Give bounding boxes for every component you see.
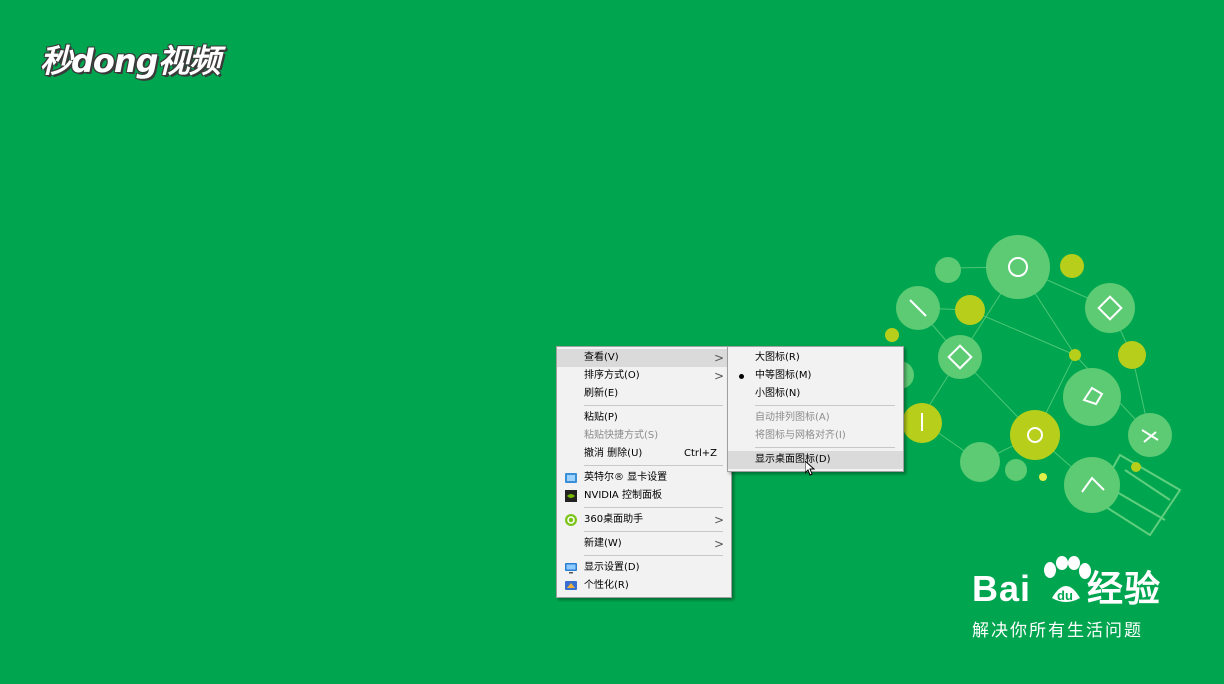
- menu-item-label: 个性化(R): [584, 580, 629, 591]
- lightbulb-illustration: [885, 235, 1182, 537]
- menu-item-label: 显示桌面图标(D): [755, 454, 831, 465]
- menu-item-shortcut: Ctrl+Z: [683, 448, 717, 459]
- submenu-item-align-grid: 将图标与网格对齐(I): [728, 427, 903, 445]
- chevron-right-icon: >: [713, 513, 724, 527]
- menu-item-label: 粘贴(P): [584, 412, 618, 423]
- intel-graphics-icon: [565, 473, 577, 483]
- menu-item-label: 英特尔® 显卡设置: [584, 472, 668, 483]
- menu-item-label: 360桌面助手: [584, 514, 644, 525]
- menu-item-label: 大图标(R): [755, 352, 800, 363]
- baidu-brand-jingyan: 经验: [1087, 568, 1162, 609]
- menu-item-label: 撤消 删除(U): [584, 448, 643, 459]
- 360-icon: [565, 514, 577, 526]
- baidu-paw-icon: du: [1044, 556, 1091, 603]
- nvidia-icon: [565, 490, 577, 502]
- baidu-jingyan-logo: Bai 经验 du 解决你所有生活问题: [972, 556, 1162, 641]
- menu-separator: [584, 555, 723, 556]
- menu-separator: [584, 465, 723, 466]
- menu-item-new[interactable]: 新建(W) >: [557, 535, 731, 553]
- menu-separator: [584, 405, 723, 406]
- menu-separator: [755, 447, 895, 448]
- menu-item-360-desktop[interactable]: 360桌面助手 >: [557, 511, 731, 529]
- mouse-cursor-icon: [805, 461, 815, 476]
- menu-item-paste[interactable]: 粘贴(P): [557, 409, 731, 427]
- menu-separator: [584, 507, 723, 508]
- personalize-icon: [565, 581, 577, 590]
- menu-item-sort[interactable]: 排序方式(O) >: [557, 367, 731, 385]
- menu-separator: [584, 531, 723, 532]
- menu-item-label: 显示设置(D): [584, 562, 640, 573]
- radio-selected-icon: [739, 374, 744, 379]
- menu-item-label: 中等图标(M): [755, 370, 812, 381]
- submenu-item-large-icons[interactable]: 大图标(R): [728, 349, 903, 367]
- menu-item-label: NVIDIA 控制面板: [584, 490, 662, 501]
- chevron-right-icon: >: [713, 369, 724, 383]
- chevron-right-icon: >: [713, 351, 724, 365]
- menu-item-intel-graphics[interactable]: 英特尔® 显卡设置: [557, 469, 731, 487]
- menu-item-refresh[interactable]: 刷新(E): [557, 385, 731, 403]
- submenu-item-medium-icons[interactable]: 中等图标(M): [728, 367, 903, 385]
- menu-item-label: 排序方式(O): [584, 370, 640, 381]
- menu-item-label: 自动排列图标(A): [755, 412, 830, 423]
- menu-item-label: 刷新(E): [584, 388, 619, 399]
- menu-item-personalize[interactable]: 个性化(R): [557, 577, 731, 595]
- baidu-slogan: 解决你所有生活问题: [972, 621, 1143, 641]
- menu-item-nvidia[interactable]: NVIDIA 控制面板: [557, 487, 731, 505]
- menu-item-view[interactable]: 查看(V) >: [557, 349, 731, 367]
- menu-item-label: 新建(W): [584, 538, 622, 549]
- menu-item-label: 粘贴快捷方式(S): [584, 430, 659, 441]
- view-submenu: 大图标(R) 中等图标(M) 小图标(N) 自动排列图标(A) 将图标与网格对齐…: [727, 346, 904, 472]
- menu-item-undo-delete[interactable]: 撤消 删除(U) Ctrl+Z: [557, 445, 731, 463]
- chevron-right-icon: >: [713, 537, 724, 551]
- baidu-brand-text: Bai: [972, 568, 1032, 609]
- submenu-item-auto-arrange: 自动排列图标(A): [728, 409, 903, 427]
- menu-item-paste-shortcut: 粘贴快捷方式(S): [557, 427, 731, 445]
- svg-text:du: du: [1057, 588, 1073, 603]
- display-icon: [565, 563, 577, 574]
- menu-item-label: 小图标(N): [755, 388, 801, 399]
- menu-item-display-settings[interactable]: 显示设置(D): [557, 559, 731, 577]
- miaodong-logo: 秒dong视频: [40, 42, 221, 80]
- menu-item-label: 将图标与网格对齐(I): [755, 430, 846, 441]
- submenu-item-small-icons[interactable]: 小图标(N): [728, 385, 903, 403]
- menu-item-label: 查看(V): [584, 352, 619, 363]
- menu-separator: [755, 405, 895, 406]
- desktop-context-menu: 查看(V) > 排序方式(O) > 刷新(E) 粘贴(P) 粘贴快捷方式(S) …: [556, 346, 732, 598]
- submenu-item-show-desktop-icons[interactable]: 显示桌面图标(D): [728, 451, 903, 469]
